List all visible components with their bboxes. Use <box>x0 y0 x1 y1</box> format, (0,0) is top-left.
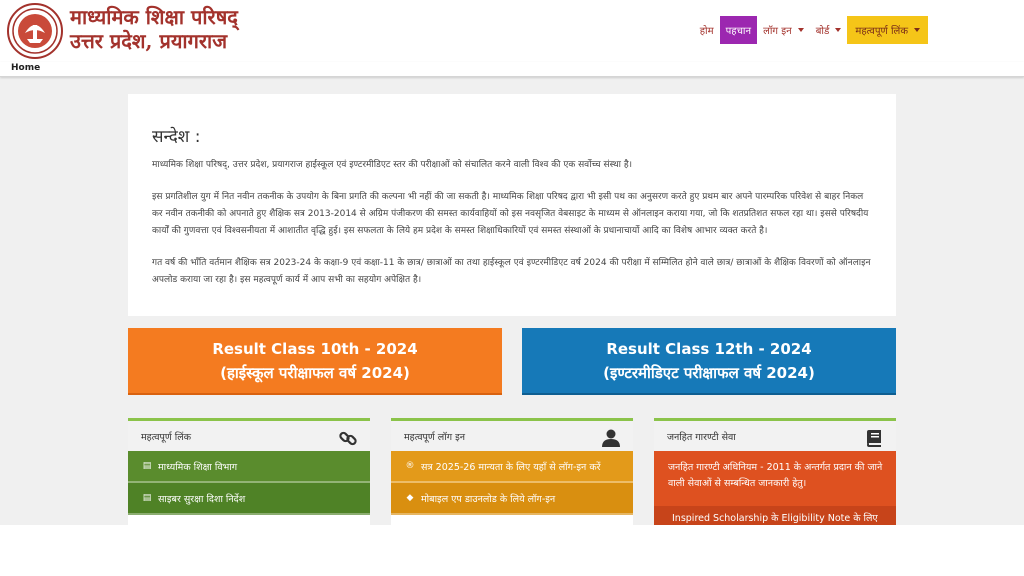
chevron-down-icon <box>914 28 920 32</box>
nav-important-links-label: महत्वपूर्ण लिंक <box>855 26 908 37</box>
link-cyber-security-guidelines[interactable]: ▤ साइबर सुरक्षा दिशा निर्देश <box>128 483 370 515</box>
nav-login-dropdown[interactable]: लॉग इन <box>757 16 810 44</box>
link-label: सत्र 2025-26 मान्यता के लिए यहाँ से लॉग-… <box>421 461 601 473</box>
panel-header: जनहित गारण्टी सेवा <box>654 418 896 451</box>
site-title-line1: माध्यमिक शिक्षा परिषद् <box>70 5 238 29</box>
panel-header: महत्वपूर्ण लॉग इन <box>391 418 633 451</box>
site-title[interactable]: माध्यमिक शिक्षा परिषद् उत्तर प्रदेश, प्र… <box>70 5 238 53</box>
result-class10-button[interactable]: Result Class 10th - 2024 (हाईस्कूल परीक्… <box>128 328 502 395</box>
panel-body: ® सत्र 2025-26 मान्यता के लिए यहाँ से लॉ… <box>391 451 633 525</box>
panel-header: महत्वपूर्ण लिंक <box>128 418 370 451</box>
panel-title: जनहित गारण्टी सेवा <box>667 432 736 443</box>
panel-title: महत्वपूर्ण लॉग इन <box>404 432 466 443</box>
link-label: साइबर सुरक्षा दिशा निर्देश <box>158 493 246 505</box>
panel-title: महत्वपूर्ण लिंक <box>141 432 192 443</box>
document-icon: ▤ <box>142 461 152 471</box>
result-class12-button[interactable]: Result Class 12th - 2024 (इण्टरमीडिएट पर… <box>522 328 896 395</box>
guarantee-service-panel: जनहित गारण्टी सेवा जनहित गारण्टी अधिनियम… <box>654 418 896 525</box>
message-paragraph: गत वर्ष की भाँति वर्तमान शैक्षिक सत्र 20… <box>152 258 871 285</box>
site-title-line2: उत्तर प्रदेश, प्रयागराज <box>70 29 228 53</box>
page-viewport: माध्यमिक शिक्षा परिषद् उत्तर प्रदेश, प्र… <box>0 0 1024 525</box>
chevron-down-icon <box>797 28 804 32</box>
nav-board-dropdown[interactable]: बोर्ड <box>810 16 848 44</box>
up-board-emblem-icon[interactable] <box>7 3 63 59</box>
main-nav: होम पहचान लॉग इन बोर्ड महत्वपूर्ण लिंक <box>694 16 928 44</box>
book-icon <box>867 430 881 447</box>
result-class10-title: Result Class 10th - 2024 <box>212 339 418 358</box>
link-icon <box>339 431 357 446</box>
android-icon: ◆ <box>406 493 414 503</box>
site-header: माध्यमिक शिक्षा परिषद् उत्तर प्रदेश, प्र… <box>0 0 1024 62</box>
message-heading: सन्देश : <box>152 127 201 147</box>
login-recognition-2025-26[interactable]: ® सत्र 2025-26 मान्यता के लिए यहाँ से लॉ… <box>391 451 633 483</box>
result-class10-subtitle: (हाईस्कूल परीक्षाफल वर्ष 2024) <box>220 363 410 382</box>
link-secondary-education-dept[interactable]: ▤ माध्यमिक शिक्षा विभाग <box>128 451 370 483</box>
link-label: माध्यमिक शिक्षा विभाग <box>158 461 238 473</box>
result-class12-subtitle: (इण्टरमीडिएट परीक्षाफल वर्ष 2024) <box>603 363 815 382</box>
login-mobile-app-download[interactable]: ◆ मोबाइल एप डाउनलोड के लिये लॉग-इन <box>391 483 633 515</box>
panel-body: जनहित गारण्टी अधिनियम - 2011 के अन्तर्गत… <box>654 451 896 525</box>
document-icon: ▤ <box>142 493 152 503</box>
nav-important-links-dropdown[interactable]: महत्वपूर्ण लिंक <box>847 16 928 44</box>
nav-home[interactable]: होम <box>694 16 720 44</box>
chevron-down-icon <box>835 28 842 32</box>
guarantee-act-link[interactable]: जनहित गारण्टी अधिनियम - 2011 के अन्तर्गत… <box>654 451 896 492</box>
message-paragraph: माध्यमिक शिक्षा परिषद्, उत्तर प्रदेश, प्… <box>152 160 633 170</box>
panel-body: ▤ माध्यमिक शिक्षा विभाग ▤ साइबर सुरक्षा … <box>128 451 370 525</box>
nav-board-label: बोर्ड <box>815 26 830 37</box>
breadcrumb-home[interactable]: Home <box>11 63 40 73</box>
registered-icon: ® <box>405 461 415 471</box>
result-class12-title: Result Class 12th - 2024 <box>606 339 812 358</box>
user-icon <box>602 429 620 447</box>
nav-login-label: लॉग इन <box>763 26 792 37</box>
scholarship-eligibility-link[interactable]: Inspired Scholarship के Eligibility Note… <box>654 506 896 525</box>
important-logins-panel: महत्वपूर्ण लॉग इन ® सत्र 2025-26 मान्यता… <box>391 418 633 525</box>
important-links-panel: महत्वपूर्ण लिंक ▤ माध्यमिक शिक्षा विभाग … <box>128 418 370 525</box>
nav-identity[interactable]: पहचान <box>719 16 758 44</box>
breadcrumb: Home <box>0 62 1024 77</box>
link-label: मोबाइल एप डाउनलोड के लिये लॉग-इन <box>421 493 556 505</box>
message-card: सन्देश : माध्यमिक शिक्षा परिषद्, उत्तर प… <box>128 94 896 316</box>
message-paragraph: इस प्रगतिशील युग में नित नवीन तकनीक के उ… <box>152 192 869 236</box>
